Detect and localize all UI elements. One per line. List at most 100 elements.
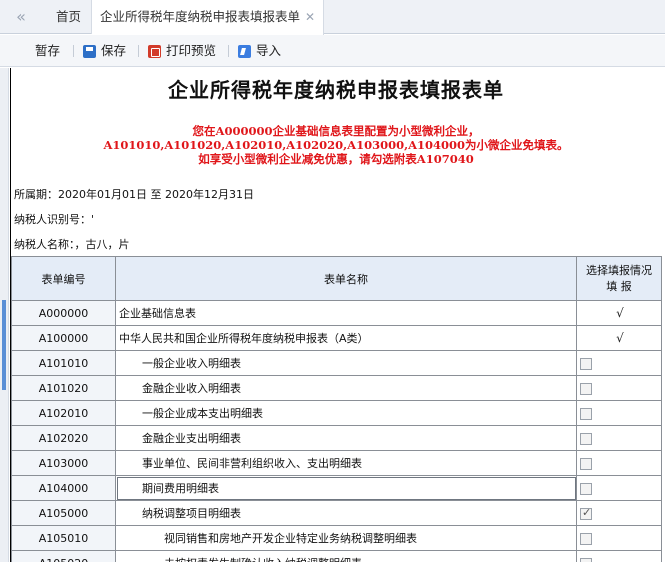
row-select-cell	[576, 550, 662, 562]
row-select-cell	[576, 450, 662, 476]
table-body: A000000 企业基础信息表 √ A100000 中华人民共和国企业所得税年度纳税申报…	[11, 300, 662, 562]
taxpayer-name-label: 纳税人名称：	[14, 238, 75, 251]
row-select-cell	[576, 475, 662, 501]
close-icon[interactable]: ✕	[305, 0, 315, 34]
taxpayer-id-value: '	[91, 213, 95, 226]
row-select-cell	[576, 525, 662, 551]
print-preview-label: 打印预览	[166, 43, 217, 58]
header-select-line2: 填 报	[606, 279, 632, 293]
fill-checkbox[interactable]	[580, 407, 592, 420]
row-select-cell	[576, 500, 662, 526]
row-name: 企业基础信息表	[115, 300, 577, 326]
period-label: 所属期：	[14, 188, 58, 201]
print-preview-icon	[148, 44, 161, 58]
fill-checkbox[interactable]	[580, 357, 592, 370]
toolbar: 暂存 保存 打印预览 导入	[0, 35, 665, 67]
table-row[interactable]: A101020 金融企业收入明细表	[11, 375, 662, 401]
row-code: A105010	[11, 525, 116, 551]
row-name: 纳税调整项目明细表	[115, 500, 577, 526]
row-name: 一般企业成本支出明细表	[115, 400, 577, 426]
fill-checkbox[interactable]	[580, 506, 592, 520]
print-preview-button[interactable]: 打印预览	[148, 42, 216, 60]
table-row[interactable]: A102020 金融企业支出明细表	[11, 425, 662, 451]
row-code: A000000	[11, 300, 116, 326]
row-code: A104000	[11, 475, 116, 501]
toolbar-divider	[228, 45, 229, 57]
row-select-cell: √	[576, 300, 662, 326]
row-code: A105020	[11, 550, 116, 562]
row-name: 金融企业支出明细表	[115, 425, 577, 451]
stash-button[interactable]: 暂存	[35, 42, 60, 60]
table-row[interactable]: A105010 视同销售和房地产开发企业特定业务纳税调整明细表	[11, 525, 662, 551]
toolbar-divider	[138, 45, 139, 57]
row-select-cell	[576, 425, 662, 451]
rail-indicator[interactable]	[2, 300, 6, 390]
collapse-icon[interactable]: «	[6, 6, 36, 28]
row-name: 期间费用明细表	[115, 475, 577, 501]
fill-checkbox[interactable]	[580, 432, 592, 445]
row-name: 金融企业收入明细表	[115, 375, 577, 401]
floppy-disk-icon	[83, 44, 96, 58]
taxpayer-id-row: 纳税人识别号：'	[14, 211, 94, 227]
import-button[interactable]: 导入	[238, 42, 281, 60]
table-row[interactable]: A101010 一般企业收入明细表	[11, 350, 662, 376]
table-row[interactable]: A103000 事业单位、民间非营利组织收入、支出明细表	[11, 450, 662, 476]
row-select-cell	[576, 400, 662, 426]
tab-annual-tax-form[interactable]: 企业所得税年度纳税申报表填报表单 ✕	[92, 0, 324, 35]
header-select: 选择填报情况 填 报	[576, 256, 662, 301]
fill-checkbox[interactable]	[580, 457, 592, 470]
fill-checkbox[interactable]	[580, 557, 592, 562]
header-code: 表单编号	[11, 256, 116, 301]
header-select-line1: 选择填报情况	[586, 263, 652, 277]
checkmark-icon: √	[616, 306, 624, 320]
period-row: 所属期：2020年01月01日 至 2020年12月31日	[14, 186, 254, 202]
row-select-cell	[576, 375, 662, 401]
notice-line-2: A101010,A101020,A102010,A102020,A103000,…	[103, 138, 569, 152]
row-name: 一般企业收入明细表	[115, 350, 577, 376]
header-name: 表单名称	[115, 256, 577, 301]
period-value: 2020年01月01日 至 2020年12月31日	[58, 188, 254, 201]
table-header-row: 表单编号 表单名称 选择填报情况 填 报	[11, 256, 662, 301]
fill-checkbox[interactable]	[580, 482, 592, 495]
row-code: A100000	[11, 325, 116, 351]
row-name: 事业单位、民间非营利组织收入、支出明细表	[115, 450, 577, 476]
toolbar-divider	[73, 45, 74, 57]
row-code: A102010	[11, 400, 116, 426]
left-scroll-rail[interactable]	[0, 68, 9, 562]
checkmark-icon: √	[616, 331, 624, 345]
table-row[interactable]: A000000 企业基础信息表 √	[11, 300, 662, 326]
save-button[interactable]: 保存	[83, 42, 126, 60]
import-icon	[238, 44, 251, 58]
tab-home[interactable]: 首页	[46, 0, 92, 34]
tab-label: 企业所得税年度纳税申报表填报表单	[100, 9, 301, 24]
fill-checkbox[interactable]	[580, 382, 592, 395]
stash-label: 暂存	[35, 43, 61, 58]
table-row[interactable]: A102010 一般企业成本支出明细表	[11, 400, 662, 426]
fill-checkbox[interactable]	[580, 532, 592, 545]
table-row[interactable]: A105020未按权责发生制确认收入纳税调整明细表	[11, 550, 662, 562]
row-name: 中华人民共和国企业所得税年度纳税申报表（A类）	[115, 325, 577, 351]
notice-line-1: 您在A000000企业基础信息表里配置为小型微利企业，	[192, 124, 480, 138]
import-label: 导入	[256, 43, 282, 58]
row-name: 未按权责发生制确认收入纳税调整明细表	[115, 550, 577, 562]
row-code: A101020	[11, 375, 116, 401]
form-title: 企业所得税年度纳税申报表填报表单	[168, 78, 504, 102]
row-select-cell: √	[576, 325, 662, 351]
table-row[interactable]: A104000 期间费用明细表	[11, 475, 662, 501]
row-code: A103000	[11, 450, 116, 476]
row-code: A105000	[11, 500, 116, 526]
table-row[interactable]: A100000 中华人民共和国企业所得税年度纳税申报表（A类） √	[11, 325, 662, 351]
row-select-cell	[576, 350, 662, 376]
taxpayer-name-value: ，古八，片	[74, 238, 130, 251]
notice-line-3: 如享受小型微利企业减免优惠，请勾选附表A107040	[198, 152, 474, 166]
taxpayer-name-row: 纳税人名称：，古八，片	[14, 236, 130, 252]
save-label: 保存	[101, 43, 127, 58]
row-code: A101010	[11, 350, 116, 376]
form-list-table: 表单编号 表单名称 选择填报情况 填 报 A000000 企业基础信息表 √ A100…	[11, 256, 662, 562]
row-code: A102020	[11, 425, 116, 451]
row-name: 视同销售和房地产开发企业特定业务纳税调整明细表	[115, 525, 577, 551]
form-content: 企业所得税年度纳税申报表填报表单 您在A000000企业基础信息表里配置为小型微…	[10, 68, 665, 562]
table-row[interactable]: A105000 纳税调整项目明细表	[11, 500, 662, 526]
tab-bar: « 首页 企业所得税年度纳税申报表填报表单 ✕	[0, 0, 665, 35]
taxpayer-id-label: 纳税人识别号：	[14, 213, 91, 226]
